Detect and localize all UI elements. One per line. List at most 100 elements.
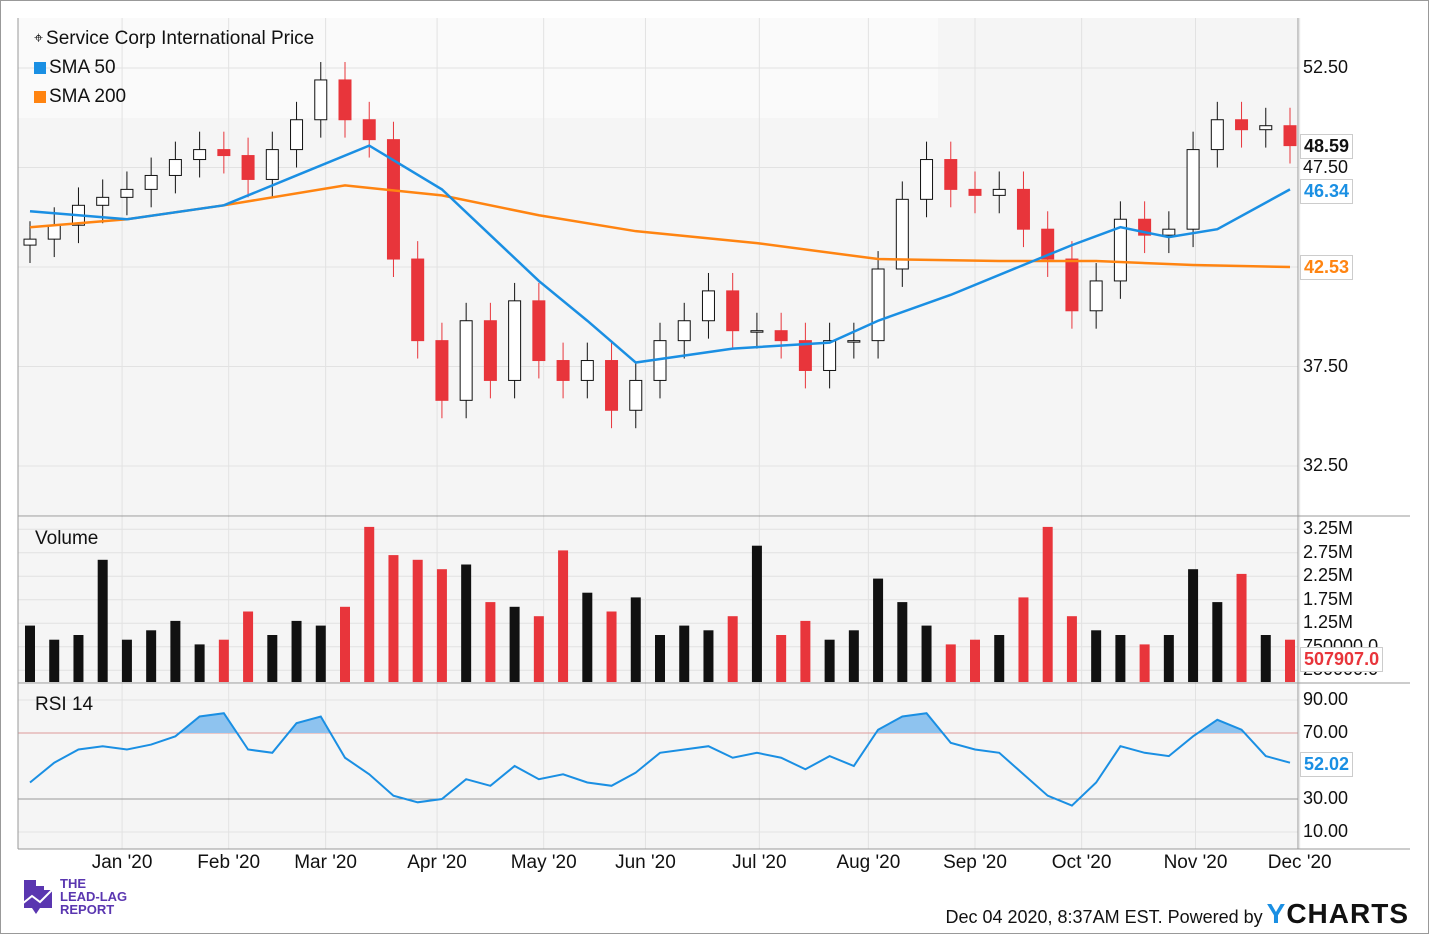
logo-line2: LEAD-LAG — [60, 888, 128, 904]
volume-bar — [1042, 526, 1053, 682]
candle-body — [1089, 280, 1103, 312]
volume-axis-label: 3.25M — [1303, 518, 1354, 539]
volume-bar — [25, 625, 35, 682]
rsi-title: RSI 14 — [35, 694, 94, 715]
candle-body — [605, 360, 619, 411]
volume-bar — [121, 639, 132, 682]
legend-price: ⌖ Service Corp International Price — [34, 28, 314, 50]
candle-body — [992, 188, 1006, 196]
candle-body — [1235, 119, 1249, 131]
x-axis-label: Apr '20 — [407, 852, 467, 873]
volume-bar — [848, 630, 859, 682]
sma200-swatch — [34, 91, 46, 103]
logo-line3: REPORT — [60, 901, 115, 917]
candle-body — [629, 379, 643, 411]
candle-body — [1162, 228, 1176, 236]
volume-bar — [340, 606, 350, 682]
ycharts-rest: CHARTS — [1286, 898, 1409, 929]
candle-body — [968, 188, 982, 196]
volume-bar — [267, 635, 278, 682]
logo-line1: THE — [60, 875, 86, 891]
candle-body — [1065, 258, 1079, 312]
timestamp: Dec 04 2020, 8:37AM EST. Powered by — [945, 907, 1263, 927]
footer: Dec 04 2020, 8:37AM EST. Powered by YCHA… — [945, 898, 1409, 930]
volume-bar — [315, 625, 326, 682]
x-axis-label: Aug '20 — [836, 852, 901, 873]
candle-body — [920, 159, 934, 200]
x-axis-label: Jul '20 — [732, 852, 787, 873]
volume-bar — [897, 602, 908, 682]
volume-bar — [146, 630, 157, 682]
rsi-axis-label: 10.00 — [1303, 821, 1349, 841]
candle-body — [1210, 119, 1224, 151]
candle-body — [701, 290, 715, 322]
volume-bar — [1163, 635, 1174, 682]
volume-bar — [509, 606, 520, 682]
logo-map-icon — [21, 880, 53, 914]
candle-body — [96, 196, 110, 206]
volume-bar — [630, 597, 641, 682]
candle-body — [23, 238, 37, 246]
candle-body — [823, 340, 837, 371]
volume-bar — [1091, 630, 1102, 682]
volume-bar — [606, 611, 617, 682]
candle-body — [483, 320, 497, 381]
volume-bar — [994, 635, 1005, 682]
volume-bar — [1260, 635, 1271, 682]
volume-bar — [73, 635, 84, 682]
volume-bar — [582, 592, 593, 682]
volume-bar — [679, 625, 690, 682]
candle-body — [362, 119, 376, 141]
volume-bar — [49, 639, 60, 682]
volume-bar — [1115, 635, 1126, 682]
volume-bar — [558, 550, 569, 682]
rsi-axis-label: 70.00 — [1303, 722, 1349, 742]
x-axis-label: Feb '20 — [197, 852, 261, 873]
lead-lag-logo: THE LEAD-LAG REPORT — [20, 876, 127, 916]
price-axis-label: 32.50 — [1303, 455, 1349, 475]
volume-bar — [655, 635, 665, 682]
legend-sma200-label: SMA 200 — [49, 86, 127, 107]
candle-body — [265, 149, 279, 180]
volume-title: Volume — [35, 528, 99, 549]
x-axis-label: Dec '20 — [1267, 852, 1332, 873]
volume-bar — [364, 526, 375, 682]
volume-bar — [1236, 573, 1247, 682]
volume-bar — [243, 611, 254, 682]
candle-body — [871, 268, 885, 342]
candle-body — [677, 320, 691, 342]
volume-bar — [945, 644, 956, 682]
x-axis-label: Oct '20 — [1051, 852, 1112, 873]
candle-body — [726, 290, 740, 332]
volume-bar — [533, 616, 544, 682]
volume-bar — [436, 569, 447, 682]
x-axis-label: Nov '20 — [1163, 852, 1228, 873]
candle-body — [1259, 125, 1273, 131]
candle-body — [144, 174, 158, 190]
candle-body — [168, 159, 182, 176]
ycharts-logo[interactable]: YCHARTS — [1267, 898, 1409, 930]
candle-body — [532, 300, 546, 362]
volume-bar — [970, 639, 980, 682]
volume-bar — [703, 630, 714, 682]
legend-price-label: Service Corp International Price — [46, 28, 315, 49]
candle-body — [1186, 149, 1200, 230]
candle-body — [120, 188, 134, 198]
legend-sma200: SMA 200 — [34, 86, 126, 108]
candle-body — [241, 155, 255, 180]
candle-body — [847, 340, 861, 343]
volume-bar — [388, 555, 399, 682]
legend-sma50: SMA 50 — [34, 57, 116, 79]
candle-body — [580, 360, 594, 381]
volume-bar — [824, 639, 835, 682]
price-axis-label: 47.50 — [1303, 156, 1349, 177]
x-axis-label: Jun '20 — [615, 852, 676, 873]
volume-bar — [776, 635, 787, 682]
candle-body — [193, 149, 207, 161]
volume-bar — [727, 616, 738, 682]
legend-sma50-label: SMA 50 — [49, 57, 116, 78]
candle-body — [750, 330, 764, 333]
x-axis-label: Jan '20 — [91, 852, 153, 873]
volume-axis-label: 2.25M — [1303, 565, 1354, 586]
volume-bar — [194, 644, 205, 682]
